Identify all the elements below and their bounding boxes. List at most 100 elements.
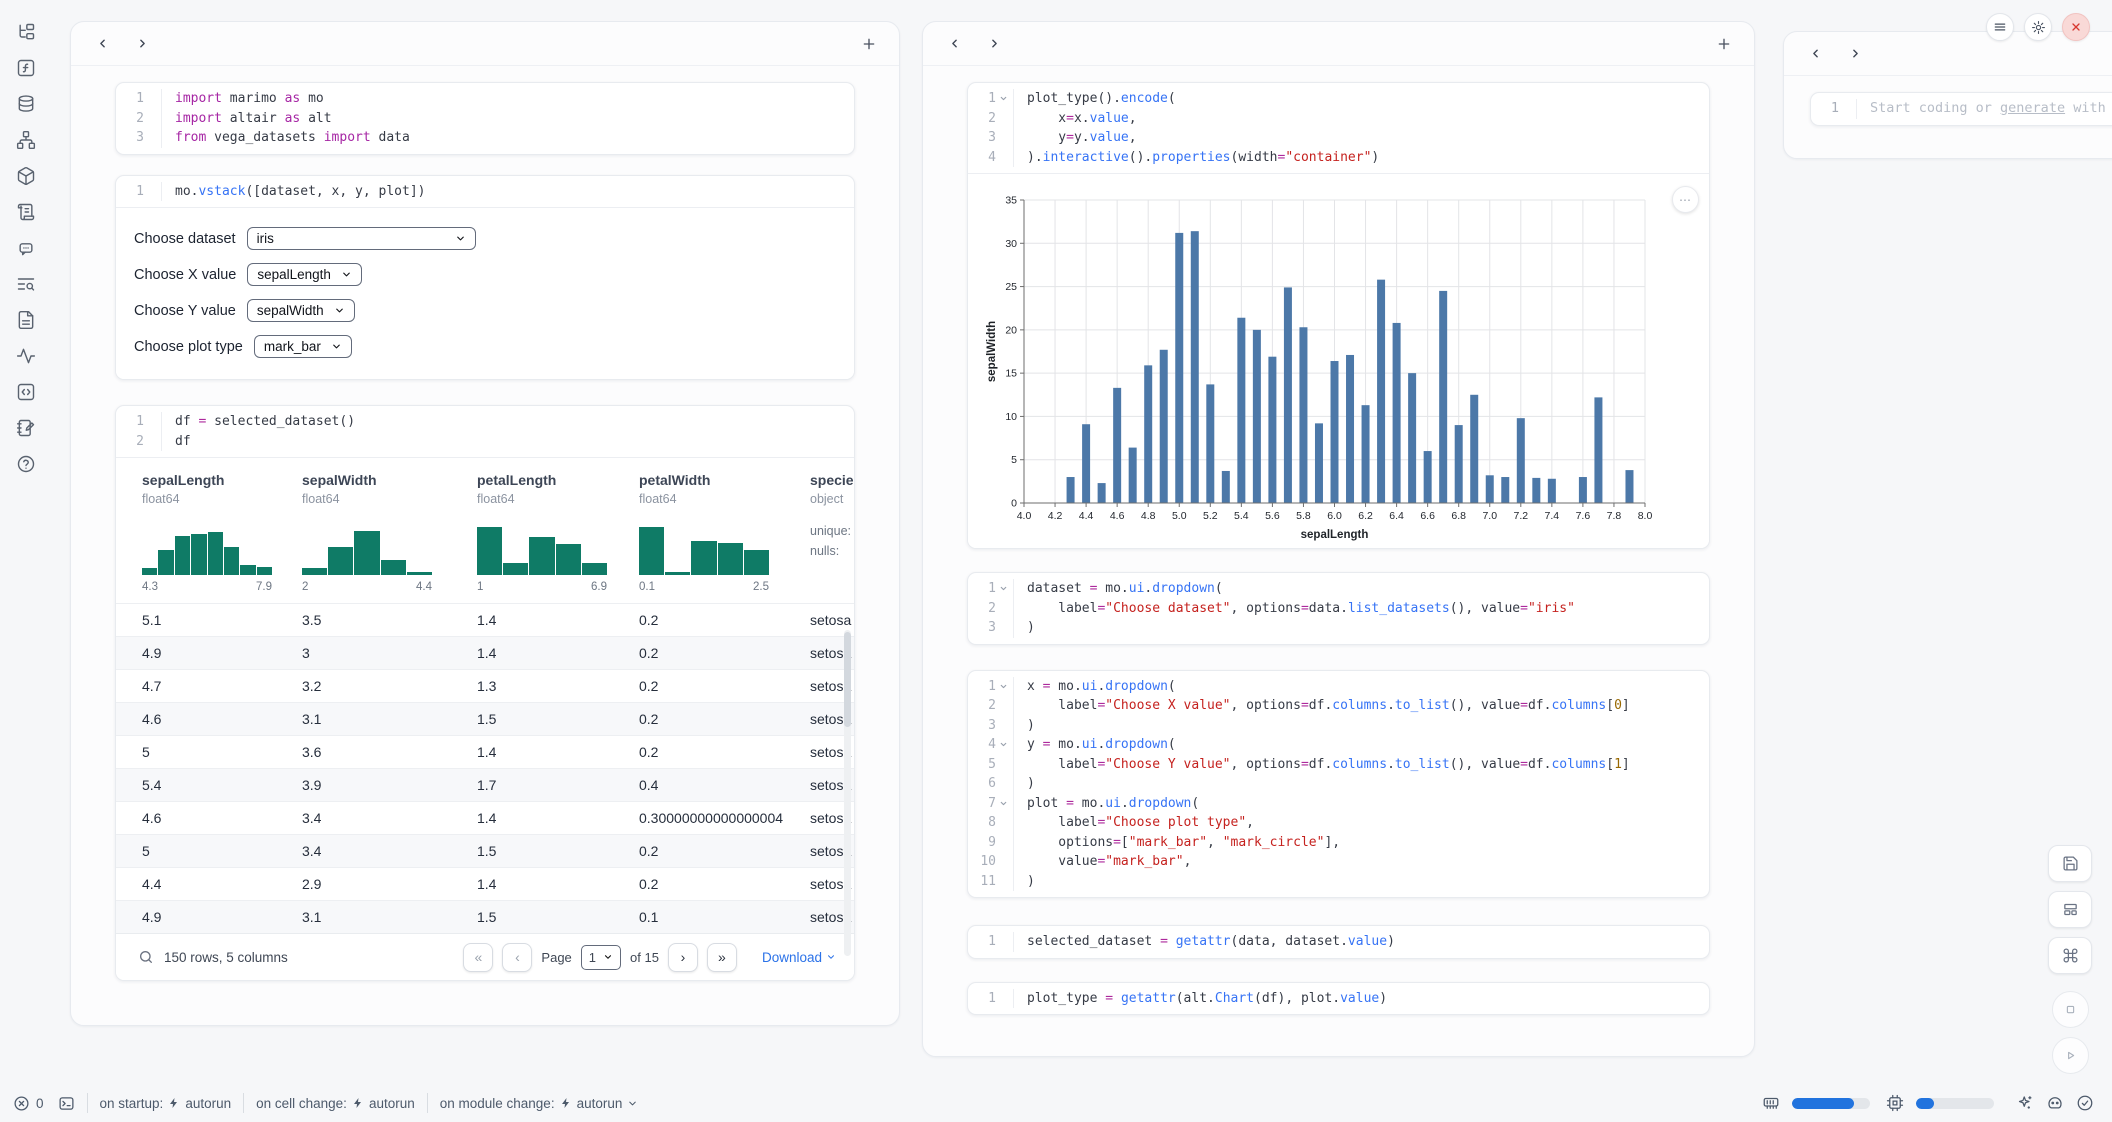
fold-chevron-icon[interactable] [997, 92, 1010, 105]
database-icon[interactable] [16, 94, 36, 114]
generate-link[interactable]: generate [2000, 100, 2065, 116]
first-page-button[interactable]: « [463, 943, 493, 972]
table-row[interactable]: 4.931.40.2setosa [116, 636, 854, 669]
connection-check-icon[interactable] [2076, 1094, 2094, 1112]
chevron-right-icon[interactable] [983, 33, 1005, 55]
table-row[interactable]: 5.43.91.70.4setosa [116, 768, 854, 801]
settings-gear-icon[interactable] [2024, 13, 2052, 41]
code-lines[interactable]: dataset = mo.ui.dropdown( label="Choose … [1014, 579, 1709, 638]
fold-chevron-icon[interactable] [997, 797, 1010, 810]
code-editor[interactable]: 1234567891011 x = mo.ui.dropdown( label=… [968, 671, 1709, 898]
file-tree-icon[interactable] [16, 22, 36, 42]
table-row[interactable]: 4.73.21.30.2setosa [116, 669, 854, 702]
add-cell-icon[interactable] [1716, 36, 1732, 52]
chevron-right-icon[interactable] [131, 33, 153, 55]
download-button[interactable]: Download [762, 950, 836, 965]
table-cell: 3.9 [302, 777, 477, 793]
on-cell-change-setting[interactable]: on cell change: autorun [256, 1096, 415, 1111]
chevron-right-icon[interactable] [1844, 43, 1866, 65]
log-search-icon[interactable] [16, 274, 36, 294]
table-row[interactable]: 53.41.50.2setosa [116, 834, 854, 867]
dependency-graph-icon[interactable] [16, 130, 36, 150]
chat-bot-icon[interactable] [16, 238, 36, 258]
package-box-icon[interactable] [16, 166, 36, 186]
last-page-button[interactable]: » [707, 943, 737, 972]
code-editor[interactable]: 12 df = selected_dataset()df [116, 406, 854, 457]
line-numbers: 123 [968, 579, 1014, 638]
page-select[interactable]: 1 [581, 945, 621, 970]
column-histogram [639, 519, 769, 575]
chevron-left-icon[interactable] [943, 33, 965, 55]
code-editor[interactable]: 1 Start coding or generate with [1811, 93, 2112, 125]
scroll-icon[interactable] [16, 202, 36, 222]
code-lines[interactable]: x = mo.ui.dropdown( label="Choose X valu… [1014, 677, 1709, 892]
code-lines[interactable]: mo.vstack([dataset, x, y, plot]) [162, 182, 854, 202]
table-row[interactable]: 4.93.11.50.1setosa [116, 900, 854, 933]
table-row[interactable]: 4.63.11.50.2setosa [116, 702, 854, 735]
code-lines[interactable]: selected_dataset = getattr(data, dataset… [1014, 932, 1709, 952]
code-editor[interactable]: 123 dataset = mo.ui.dropdown( label="Cho… [968, 573, 1709, 644]
on-startup-setting[interactable]: on startup: autorun [100, 1096, 232, 1111]
table-row[interactable]: 4.42.91.40.2setosa [116, 867, 854, 900]
choose-y-value-select[interactable]: sepalWidth [247, 299, 355, 322]
search-icon[interactable] [138, 949, 154, 965]
code-lines[interactable]: df = selected_dataset()df [162, 412, 854, 451]
code-lines[interactable]: Start coding or generate with [1857, 99, 2112, 119]
chart-menu-icon[interactable]: ⋯ [1672, 186, 1699, 213]
run-all-icon[interactable] [2052, 1037, 2089, 1074]
add-cell-icon[interactable] [861, 36, 877, 52]
altair-chart[interactable]: 4.04.24.44.64.85.05.25.45.65.86.06.26.46… [984, 186, 1658, 542]
svg-text:5.8: 5.8 [1296, 510, 1311, 522]
fold-chevron-icon[interactable] [997, 680, 1010, 693]
terminal-icon[interactable] [58, 1095, 75, 1112]
code-snippet-icon[interactable] [16, 382, 36, 402]
save-icon[interactable] [2048, 845, 2092, 882]
table-row[interactable]: 53.61.40.2setosa [116, 735, 854, 768]
column-name[interactable]: sepalLength [142, 472, 302, 488]
table-footer: 150 rows, 5 columns « ‹ Page 1 of 15 › [116, 933, 854, 980]
ai-sparkles-icon[interactable] [2016, 1094, 2034, 1112]
code-lines[interactable]: import marimo as moimport altair as altf… [162, 89, 854, 148]
errors-icon[interactable] [13, 1095, 30, 1112]
table-cell: 4.9 [142, 909, 302, 925]
scratchpad-icon[interactable] [16, 418, 36, 438]
svg-text:5.2: 5.2 [1203, 510, 1218, 522]
column-name[interactable]: species [810, 472, 854, 488]
code-editor[interactable]: 1 selected_dataset = getattr(data, datas… [968, 926, 1709, 958]
choose-plot-type-select[interactable]: mark_bar [254, 335, 352, 358]
command-icon[interactable] [2048, 937, 2092, 974]
column-name[interactable]: petalWidth [639, 472, 810, 488]
fold-chevron-icon[interactable] [997, 582, 1010, 595]
chevron-left-icon[interactable] [1804, 43, 1826, 65]
fold-chevron-icon[interactable] [997, 738, 1010, 751]
column-name[interactable]: sepalWidth [302, 472, 477, 488]
tracing-activity-icon[interactable] [16, 346, 36, 366]
function-square-icon[interactable] [16, 58, 36, 78]
code-editor[interactable]: 123 import marimo as moimport altair as … [116, 83, 854, 154]
table-row[interactable]: 4.63.41.40.30000000000000004setosa [116, 801, 854, 834]
next-page-button[interactable]: › [668, 943, 698, 972]
table-row[interactable]: 5.13.51.40.2setosa [116, 603, 854, 636]
code-lines[interactable]: plot_type = getattr(alt.Chart(df), plot.… [1014, 989, 1709, 1009]
help-icon[interactable] [16, 454, 36, 474]
column-name[interactable]: petalLength [477, 472, 639, 488]
code-editor[interactable]: 1 mo.vstack([dataset, x, y, plot]) [116, 176, 854, 208]
table-scrollbar[interactable] [844, 630, 851, 956]
line-number: 1 [116, 182, 158, 202]
choose-dataset-select[interactable]: iris [247, 227, 476, 250]
layout-grid-icon[interactable] [2048, 891, 2092, 928]
code-editor[interactable]: 1234 plot_type().encode( x=x.value, y=y.… [968, 83, 1709, 173]
code-editor[interactable]: 1 plot_type = getattr(alt.Chart(df), plo… [968, 983, 1709, 1015]
bar [1113, 388, 1121, 503]
line-numbers: 1234567891011 [968, 677, 1014, 892]
on-module-change-setting[interactable]: on module change: autorun [440, 1096, 639, 1111]
assistant-icon[interactable] [2046, 1094, 2064, 1112]
chevron-left-icon[interactable] [91, 33, 113, 55]
code-lines[interactable]: plot_type().encode( x=x.value, y=y.value… [1014, 89, 1709, 167]
close-icon[interactable] [2062, 13, 2090, 41]
menu-icon[interactable] [1986, 13, 2014, 41]
prev-page-button[interactable]: ‹ [502, 943, 532, 972]
choose-x-value-select[interactable]: sepalLength [247, 263, 362, 286]
document-icon[interactable] [16, 310, 36, 330]
stop-icon[interactable] [2052, 991, 2089, 1028]
